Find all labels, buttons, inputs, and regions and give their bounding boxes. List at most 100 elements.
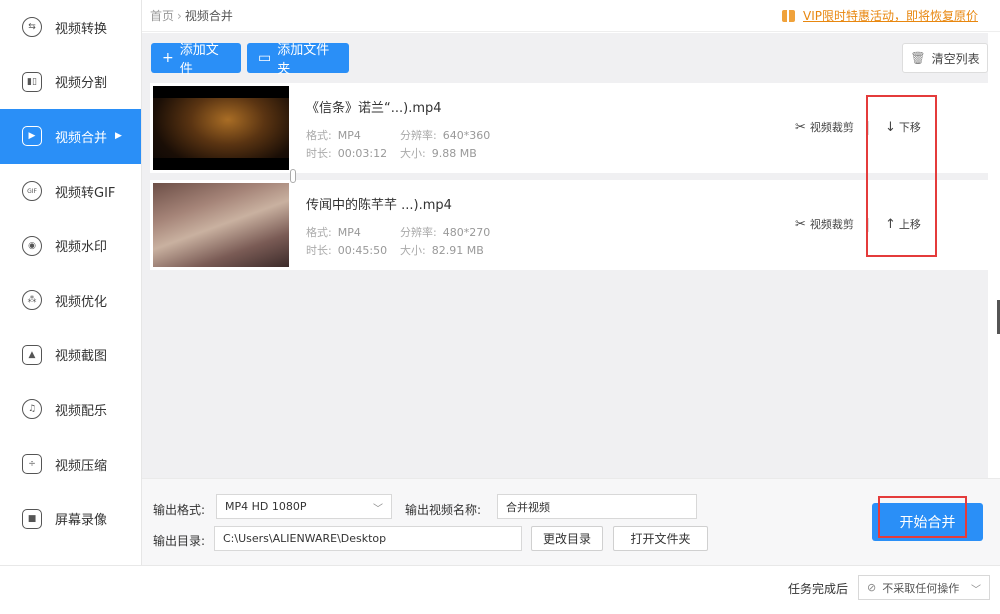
add-file-button[interactable]: + 添加文件 [151, 43, 241, 77]
chevron-down-icon: ﹀ [971, 585, 981, 596]
format-value: MP4 [337, 129, 361, 142]
chevron-right-icon: ▶ [115, 131, 122, 142]
clear-list-button[interactable]: 🗑 清空列表 [902, 43, 988, 73]
add-folder-button[interactable]: ▭ 添加文件夹 [247, 43, 349, 77]
size-label: 大小: [400, 147, 426, 160]
sidebar-item[interactable]: ▲ 视频截图 [0, 328, 141, 383]
add-folder-label: 添加文件夹 [277, 43, 330, 77]
breadcrumb-current: 视频合并 [184, 9, 233, 23]
output-name-input[interactable]: 合并视频 [497, 494, 697, 519]
sidebar-item[interactable]: ■ 屏幕录像 [0, 491, 141, 546]
sidebar-item[interactable]: ⇆ 视频转换 [0, 0, 141, 55]
music-icon: ♫ [22, 399, 42, 420]
sidebar-item-label: 视频分割 [55, 76, 108, 92]
add-file-label: 添加文件 [179, 43, 219, 77]
sidebar-item[interactable]: GIF 视频转GIF [0, 164, 141, 219]
sidebar-item-label: 视频转换 [55, 21, 108, 37]
duration-value: 00:45:50 [337, 244, 388, 257]
highlight-box [878, 496, 967, 538]
screenshot-icon: ▲ [22, 344, 42, 365]
video-cut-button[interactable]: ✂ 视频裁剪 [795, 216, 854, 232]
breadcrumb-home[interactable]: 首页 [150, 9, 174, 23]
folder-icon: ▭ [258, 50, 272, 66]
after-task-select[interactable]: ⊘ 不采取任何操作 ﹀ [858, 575, 990, 600]
convert-icon: ⇆ [22, 17, 42, 38]
resolution-label: 分辨率: [400, 226, 437, 239]
link-icon [290, 169, 296, 183]
file-name: 《信条》诺兰“...).mp4 [306, 101, 442, 116]
promo-text: VIP限时特惠活动，即将恢复原价 [803, 9, 978, 23]
file-info: 《信条》诺兰“...).mp4 格式: MP4 分辨率: 640*360 时长: 00:… [306, 97, 490, 163]
format-label: 格式: [306, 129, 332, 142]
sidebar-item-label: 视频转GIF [55, 185, 116, 201]
file-info: 传闻中的陈芊芊 ...).mp4 格式: MP4 分辨率: 480*270 时长: 00… [306, 194, 490, 260]
output-format-value: MP4 HD 1080P [225, 500, 307, 513]
file-meta: 格式: MP4 分辨率: 640*360 时长: 00:03:12 大小: 9.88 MB [306, 127, 490, 163]
output-settings: 输出格式: MP4 HD 1080P ﹀ 输出视频名称: 合并视频 输出目录: … [142, 478, 1000, 565]
sidebar-item[interactable]: ÷ 视频压缩 [0, 437, 141, 492]
split-icon: ▮▯ [22, 71, 42, 92]
duration-label: 时长: [306, 147, 332, 160]
breadcrumb-separator: › [177, 9, 182, 23]
size-value: 82.91 MB [431, 244, 484, 257]
chevron-down-icon: ﹀ [373, 504, 383, 515]
sidebar-item[interactable]: ♫ 视频配乐 [0, 382, 141, 437]
duration-label: 时长: [306, 244, 332, 257]
size-value: 9.88 MB [431, 147, 477, 160]
file-name: 传闻中的陈芊芊 ...).mp4 [306, 198, 452, 213]
video-cut-label: 视频裁剪 [809, 218, 854, 231]
sidebar-item[interactable]: ⁂ 视频优化 [0, 273, 141, 328]
compress-icon: ÷ [22, 454, 42, 475]
sidebar-item-label: 视频压缩 [55, 458, 108, 474]
video-cut-button[interactable]: ✂ 视频裁剪 [795, 119, 854, 135]
file-meta: 格式: MP4 分辨率: 480*270 时长: 00:45:50 大小: 82.91 MB [306, 224, 490, 260]
scissors-icon: ✂ [795, 119, 806, 135]
gift-icon [782, 9, 795, 22]
clear-list-label: 清空列表 [931, 51, 980, 66]
app-window: ⇆ 视频转换 ▮▯ 视频分割 ▶ 视频合并 ▶ GIF 视频转GIF ◉ 视频水印 ⁂ 视频优化 ▲ 视频截… [0, 0, 1000, 614]
trash-icon: 🗑 [910, 51, 926, 65]
sidebar-item-label: 视频截图 [55, 349, 108, 365]
open-folder-button[interactable]: 打开文件夹 [613, 526, 708, 551]
optimize-icon: ⁂ [22, 290, 42, 311]
output-dir-input[interactable]: C:\Users\ALIENWARE\Desktop [214, 526, 522, 551]
video-thumbnail [153, 183, 289, 267]
output-dir-value: C:\Users\ALIENWARE\Desktop [223, 532, 387, 545]
sidebar-item-label: 视频合并 [55, 130, 108, 146]
file-row[interactable]: 传闻中的陈芊芊 ...).mp4 格式: MP4 分辨率: 480*270 时长: 00… [150, 180, 988, 270]
file-list: 《信条》诺兰“...).mp4 格式: MP4 分辨率: 640*360 时长: 00:… [150, 83, 988, 277]
gif-icon: GIF [22, 181, 42, 202]
format-label: 格式: [306, 226, 332, 239]
output-format-label: 输出格式: [153, 503, 206, 517]
highlight-box [866, 95, 937, 257]
change-dir-button[interactable]: 更改目录 [531, 526, 603, 551]
ban-icon: ⊘ [867, 581, 877, 594]
merge-icon: ▶ [22, 126, 42, 147]
resolution-value: 480*270 [442, 226, 491, 239]
video-cut-label: 视频裁剪 [809, 121, 854, 134]
promo-link[interactable]: VIP限时特惠活动，即将恢复原价 [782, 7, 978, 24]
sidebar-item-label: 视频配乐 [55, 403, 108, 419]
sidebar-item[interactable]: ◉ 视频水印 [0, 218, 141, 273]
sidebar-item-label: 视频优化 [55, 294, 108, 310]
output-name-value: 合并视频 [506, 500, 550, 514]
file-row[interactable]: 《信条》诺兰“...).mp4 格式: MP4 分辨率: 640*360 时长: 00:… [150, 83, 988, 173]
scissors-icon: ✂ [795, 216, 806, 232]
sidebar-item-label: 视频水印 [55, 240, 108, 256]
record-icon: ■ [22, 508, 42, 529]
video-thumbnail [153, 86, 289, 170]
resolution-value: 640*360 [442, 129, 491, 142]
after-task-value: 不采取任何操作 [882, 581, 960, 595]
sidebar-item-label: 屏幕录像 [55, 513, 108, 529]
after-task-label: 任务完成后 [788, 582, 849, 596]
sidebar-item[interactable]: ▮▯ 视频分割 [0, 55, 141, 110]
output-format-select[interactable]: MP4 HD 1080P ﹀ [216, 494, 392, 519]
sidebar: ⇆ 视频转换 ▮▯ 视频分割 ▶ 视频合并 ▶ GIF 视频转GIF ◉ 视频水印 ⁂ 视频优化 ▲ 视频截… [0, 0, 142, 565]
size-label: 大小: [400, 244, 426, 257]
sidebar-item[interactable]: ▶ 视频合并 ▶ [0, 109, 141, 164]
format-value: MP4 [337, 226, 361, 239]
duration-value: 00:03:12 [337, 147, 388, 160]
resolution-label: 分辨率: [400, 129, 437, 142]
plus-icon: + [162, 50, 174, 66]
footer-bar: 任务完成后 ⊘ 不采取任何操作 ﹀ [0, 565, 1000, 614]
